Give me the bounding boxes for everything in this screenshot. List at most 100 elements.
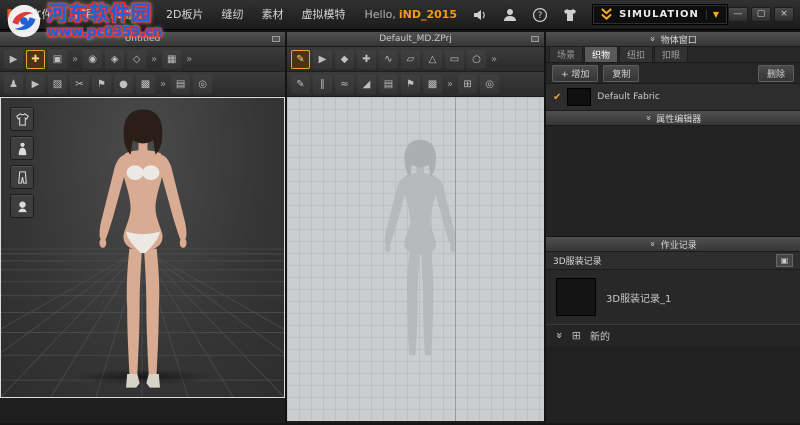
garment-record-label: 3D服装记录 <box>553 257 602 267</box>
toolbar-overflow-icon-3[interactable]: » <box>184 54 194 65</box>
job-record-header[interactable]: » 作业记录 <box>546 237 800 252</box>
2d-panel-title: Default_MD.ZPrj <box>379 34 452 44</box>
2d-panel-titlebar: Default_MD.ZPrj <box>287 32 544 47</box>
property-editor-header[interactable]: » 属性编辑器 <box>546 111 800 126</box>
fold-arrangement-icon[interactable]: ◇ <box>127 49 147 69</box>
pin-flag-icon[interactable]: ⚑ <box>92 74 111 94</box>
menu-3d-garment[interactable]: 3D服装 <box>102 0 157 29</box>
select-mesh-icon[interactable]: ▶ <box>26 74 45 94</box>
checkerboard-icon[interactable]: ▩ <box>136 74 155 94</box>
toolbar-overflow-icon[interactable]: » <box>489 54 499 65</box>
app-logo: M <box>6 5 21 24</box>
2d-pattern-canvas[interactable] <box>287 97 544 421</box>
sound-icon[interactable] <box>471 7 488 23</box>
grading-icon[interactable]: ▩ <box>423 74 442 94</box>
fold-press-icon[interactable]: ◢ <box>357 74 376 94</box>
object-window-title: 物体窗口 <box>660 35 697 46</box>
tab-button[interactable]: 纽扣 <box>619 46 654 62</box>
edit-point-line-icon[interactable]: ◆ <box>335 49 354 69</box>
toolbar-overflow-icon[interactable]: » <box>158 79 168 90</box>
fabric-list-item[interactable]: ✔ Default Fabric <box>546 84 800 111</box>
rectangle-tool-icon[interactable]: ▭ <box>445 49 464 69</box>
menu-edit[interactable]: 编辑 <box>62 0 102 29</box>
measure-tape-icon[interactable]: ▧ <box>48 74 67 94</box>
free-sewing-icon[interactable]: ≈ <box>335 74 354 94</box>
tab-buttonhole[interactable]: 扣眼 <box>654 46 689 62</box>
undock-icon[interactable] <box>272 36 280 42</box>
tack-icon[interactable]: ⚑ <box>401 74 420 94</box>
display-mode-icon[interactable]: ▤ <box>171 74 191 94</box>
delete-fabric-button[interactable]: 删除 <box>757 64 794 82</box>
add-record-icon[interactable]: ⊞ <box>572 329 581 342</box>
user-account-icon[interactable] <box>501 7 518 23</box>
simulation-button[interactable]: SIMULATION ▼ <box>592 4 728 25</box>
pin-icon[interactable]: ◈ <box>105 49 125 69</box>
simulation-chevrons-icon <box>601 8 612 21</box>
show-head-icon[interactable] <box>10 194 34 218</box>
3d-toolbar-row1: ▶ ✚ ▣» ◉ ◈ ◇» ▦» <box>0 47 285 72</box>
property-editor-body <box>546 126 800 237</box>
store-shirt-icon[interactable] <box>561 7 578 23</box>
arrangement-points-icon[interactable]: ◉ <box>83 49 103 69</box>
3d-viewport[interactable] <box>0 97 285 398</box>
3d-panel-titlebar: Untitled <box>0 32 285 47</box>
gizmo-select-icon[interactable]: ▶ <box>4 49 23 69</box>
internal-shape-icon[interactable]: ▱ <box>401 49 420 69</box>
fabric-thumbnail <box>567 88 592 106</box>
gizmo-move-icon[interactable]: ✚ <box>26 49 45 69</box>
minimize-button[interactable]: — <box>728 7 748 22</box>
add-fabric-button[interactable]: + 增加 <box>552 64 599 82</box>
help-icon[interactable]: ? <box>531 7 548 23</box>
sync-window-icon[interactable]: ▦ <box>162 49 182 69</box>
edit-pattern-icon[interactable]: ▶ <box>313 49 332 69</box>
3d-toolbar-row2: ♟ ▶ ▧ ✂ ⚑ ● ▩» ▤ ◎ <box>0 72 285 97</box>
tab-scene[interactable]: 场景 <box>549 46 584 62</box>
menu-material[interactable]: 素材 <box>252 0 292 29</box>
scissors-icon[interactable]: ✂ <box>70 74 89 94</box>
topbar-icons: ? <box>471 7 578 23</box>
measure-icon[interactable]: ◎ <box>480 74 500 94</box>
edit-curvature-icon[interactable]: ∿ <box>379 49 398 69</box>
show-2d-window-icon[interactable]: ▣ <box>48 49 67 69</box>
undock-icon[interactable] <box>531 36 539 42</box>
copy-fabric-button[interactable]: 复制 <box>603 64 640 82</box>
expand-records-icon[interactable]: » <box>553 332 566 339</box>
record-thumbnail <box>556 278 596 316</box>
tab-fabric[interactable]: 织物 <box>584 46 619 62</box>
show-accessories-icon[interactable] <box>10 165 34 189</box>
menu-file[interactable]: 文件 <box>22 0 62 29</box>
show-avatar-icon[interactable] <box>10 136 34 160</box>
greeting-hello: Hello, <box>364 8 396 21</box>
menu-avatar[interactable]: 虚拟模特 <box>292 0 354 29</box>
add-point-icon[interactable]: ✚ <box>357 49 376 69</box>
snap-grid-icon[interactable]: ⊞ <box>458 74 478 94</box>
garment-record-item[interactable]: 3D服装记录_1 <box>546 270 800 324</box>
avatar-figure <box>98 109 187 388</box>
circle-tool-icon[interactable]: ○ <box>467 49 486 69</box>
menu-sewing[interactable]: 缝纫 <box>212 0 252 29</box>
polygon-tool-icon[interactable]: △ <box>423 49 442 69</box>
menubar: M 文件 编辑 3D服装 2D板片 缝纫 素材 虚拟模特 Hello, iND_2015 ? … <box>0 0 800 30</box>
edit-sewing-icon[interactable]: ✎ <box>291 74 310 94</box>
main-area: Untitled ▶ ✚ ▣» ◉ ◈ ◇» ▦» ♟ ▶ ▧ ✂ ⚑ ● ▩» ▤ ◎ <box>0 30 800 423</box>
menu-2d-pattern[interactable]: 2D板片 <box>157 0 212 29</box>
toolbar-overflow-icon[interactable]: » <box>70 54 80 65</box>
close-button[interactable]: × <box>774 7 794 22</box>
iron-tool-icon[interactable]: ▤ <box>379 74 398 94</box>
object-window-actions: + 增加 复制 删除 <box>546 63 800 84</box>
texture-sphere-icon[interactable]: ● <box>114 74 133 94</box>
maximize-button[interactable]: ▢ <box>751 7 771 22</box>
username: iND_2015 <box>398 8 458 21</box>
simulation-dropdown-icon[interactable]: ▼ <box>705 10 720 19</box>
toolbar-overflow-icon[interactable]: » <box>445 79 455 90</box>
camera-view-icon[interactable]: ◎ <box>193 74 213 94</box>
segment-sewing-icon[interactable]: ∥ <box>313 74 332 94</box>
record-panel-icon[interactable]: ▣ <box>776 254 793 267</box>
2d-toolbar-row2: ✎ ∥ ≈ ◢ ▤ ⚑ ▩» ⊞ ◎ <box>287 72 544 97</box>
show-garment-icon[interactable] <box>10 107 34 131</box>
transform-pattern-icon[interactable]: ✎ <box>291 49 310 69</box>
avatar-pose-icon[interactable]: ♟ <box>4 74 23 94</box>
object-window-header[interactable]: » 物体窗口 <box>546 32 800 47</box>
right-sidebar: » 物体窗口 场景 织物 纽扣 扣眼 + 增加 复制 删除 ✔ Default Fab… <box>546 32 800 423</box>
toolbar-overflow-icon-2[interactable]: » <box>149 54 159 65</box>
